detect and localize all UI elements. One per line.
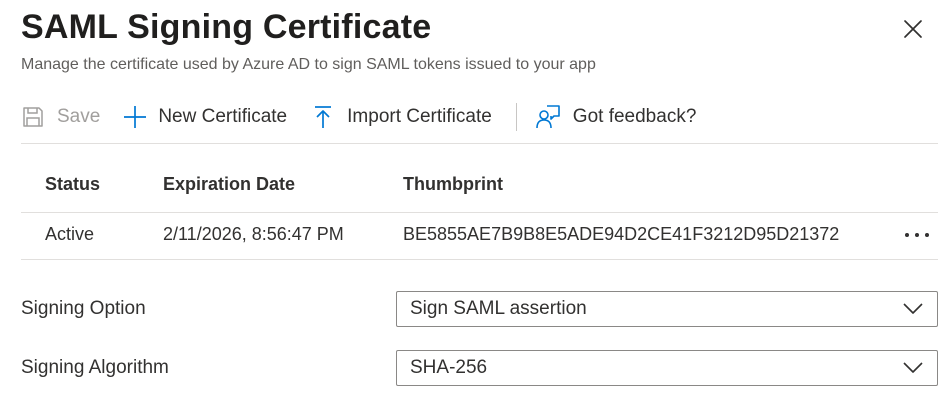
close-button[interactable] <box>900 16 926 42</box>
import-certificate-label: Import Certificate <box>347 106 492 127</box>
page-title: SAML Signing Certificate <box>21 8 432 46</box>
feedback-label: Got feedback? <box>572 106 697 127</box>
new-certificate-button[interactable]: New Certificate <box>122 98 287 136</box>
signing-algorithm-label: Signing Algorithm <box>21 357 169 378</box>
chevron-down-icon <box>903 362 923 373</box>
feedback-icon <box>535 105 560 129</box>
cell-thumbprint: BE5855AE7B9B8E5ADE94D2CE41F3212D95D21372 <box>403 224 840 244</box>
column-header-expiration: Expiration Date <box>163 174 296 194</box>
save-button[interactable]: Save <box>21 98 100 136</box>
column-header-status: Status <box>45 174 101 194</box>
command-bar: Save New Certificate Import Certificate … <box>21 98 938 136</box>
cell-status: Active <box>45 224 95 244</box>
more-icon <box>905 233 929 237</box>
close-icon <box>904 20 922 38</box>
feedback-button[interactable]: Got feedback? <box>535 98 697 136</box>
toolbar-separator <box>515 103 517 131</box>
signing-algorithm-dropdown[interactable]: SHA-256 <box>396 350 938 386</box>
cell-expiration: 2/11/2026, 8:56:47 PM <box>163 224 344 244</box>
table-row-divider <box>21 259 938 260</box>
signing-option-label: Signing Option <box>21 298 146 319</box>
save-label: Save <box>57 106 101 127</box>
save-icon <box>23 107 43 127</box>
signing-option-value: Sign SAML assertion <box>410 298 587 319</box>
plus-icon <box>124 106 147 128</box>
import-certificate-button[interactable]: Import Certificate <box>313 98 492 136</box>
signing-option-dropdown[interactable]: Sign SAML assertion <box>396 291 938 327</box>
column-header-thumbprint: Thumbprint <box>403 174 503 194</box>
chevron-down-icon <box>903 303 923 314</box>
signing-algorithm-value: SHA-256 <box>410 357 488 378</box>
table-header-divider <box>21 212 938 213</box>
toolbar-divider <box>21 143 938 144</box>
new-certificate-label: New Certificate <box>158 106 288 127</box>
page-subtitle: Manage the certificate used by Azure AD … <box>21 56 596 73</box>
row-more-button[interactable] <box>903 224 933 246</box>
upload-icon <box>315 106 332 128</box>
